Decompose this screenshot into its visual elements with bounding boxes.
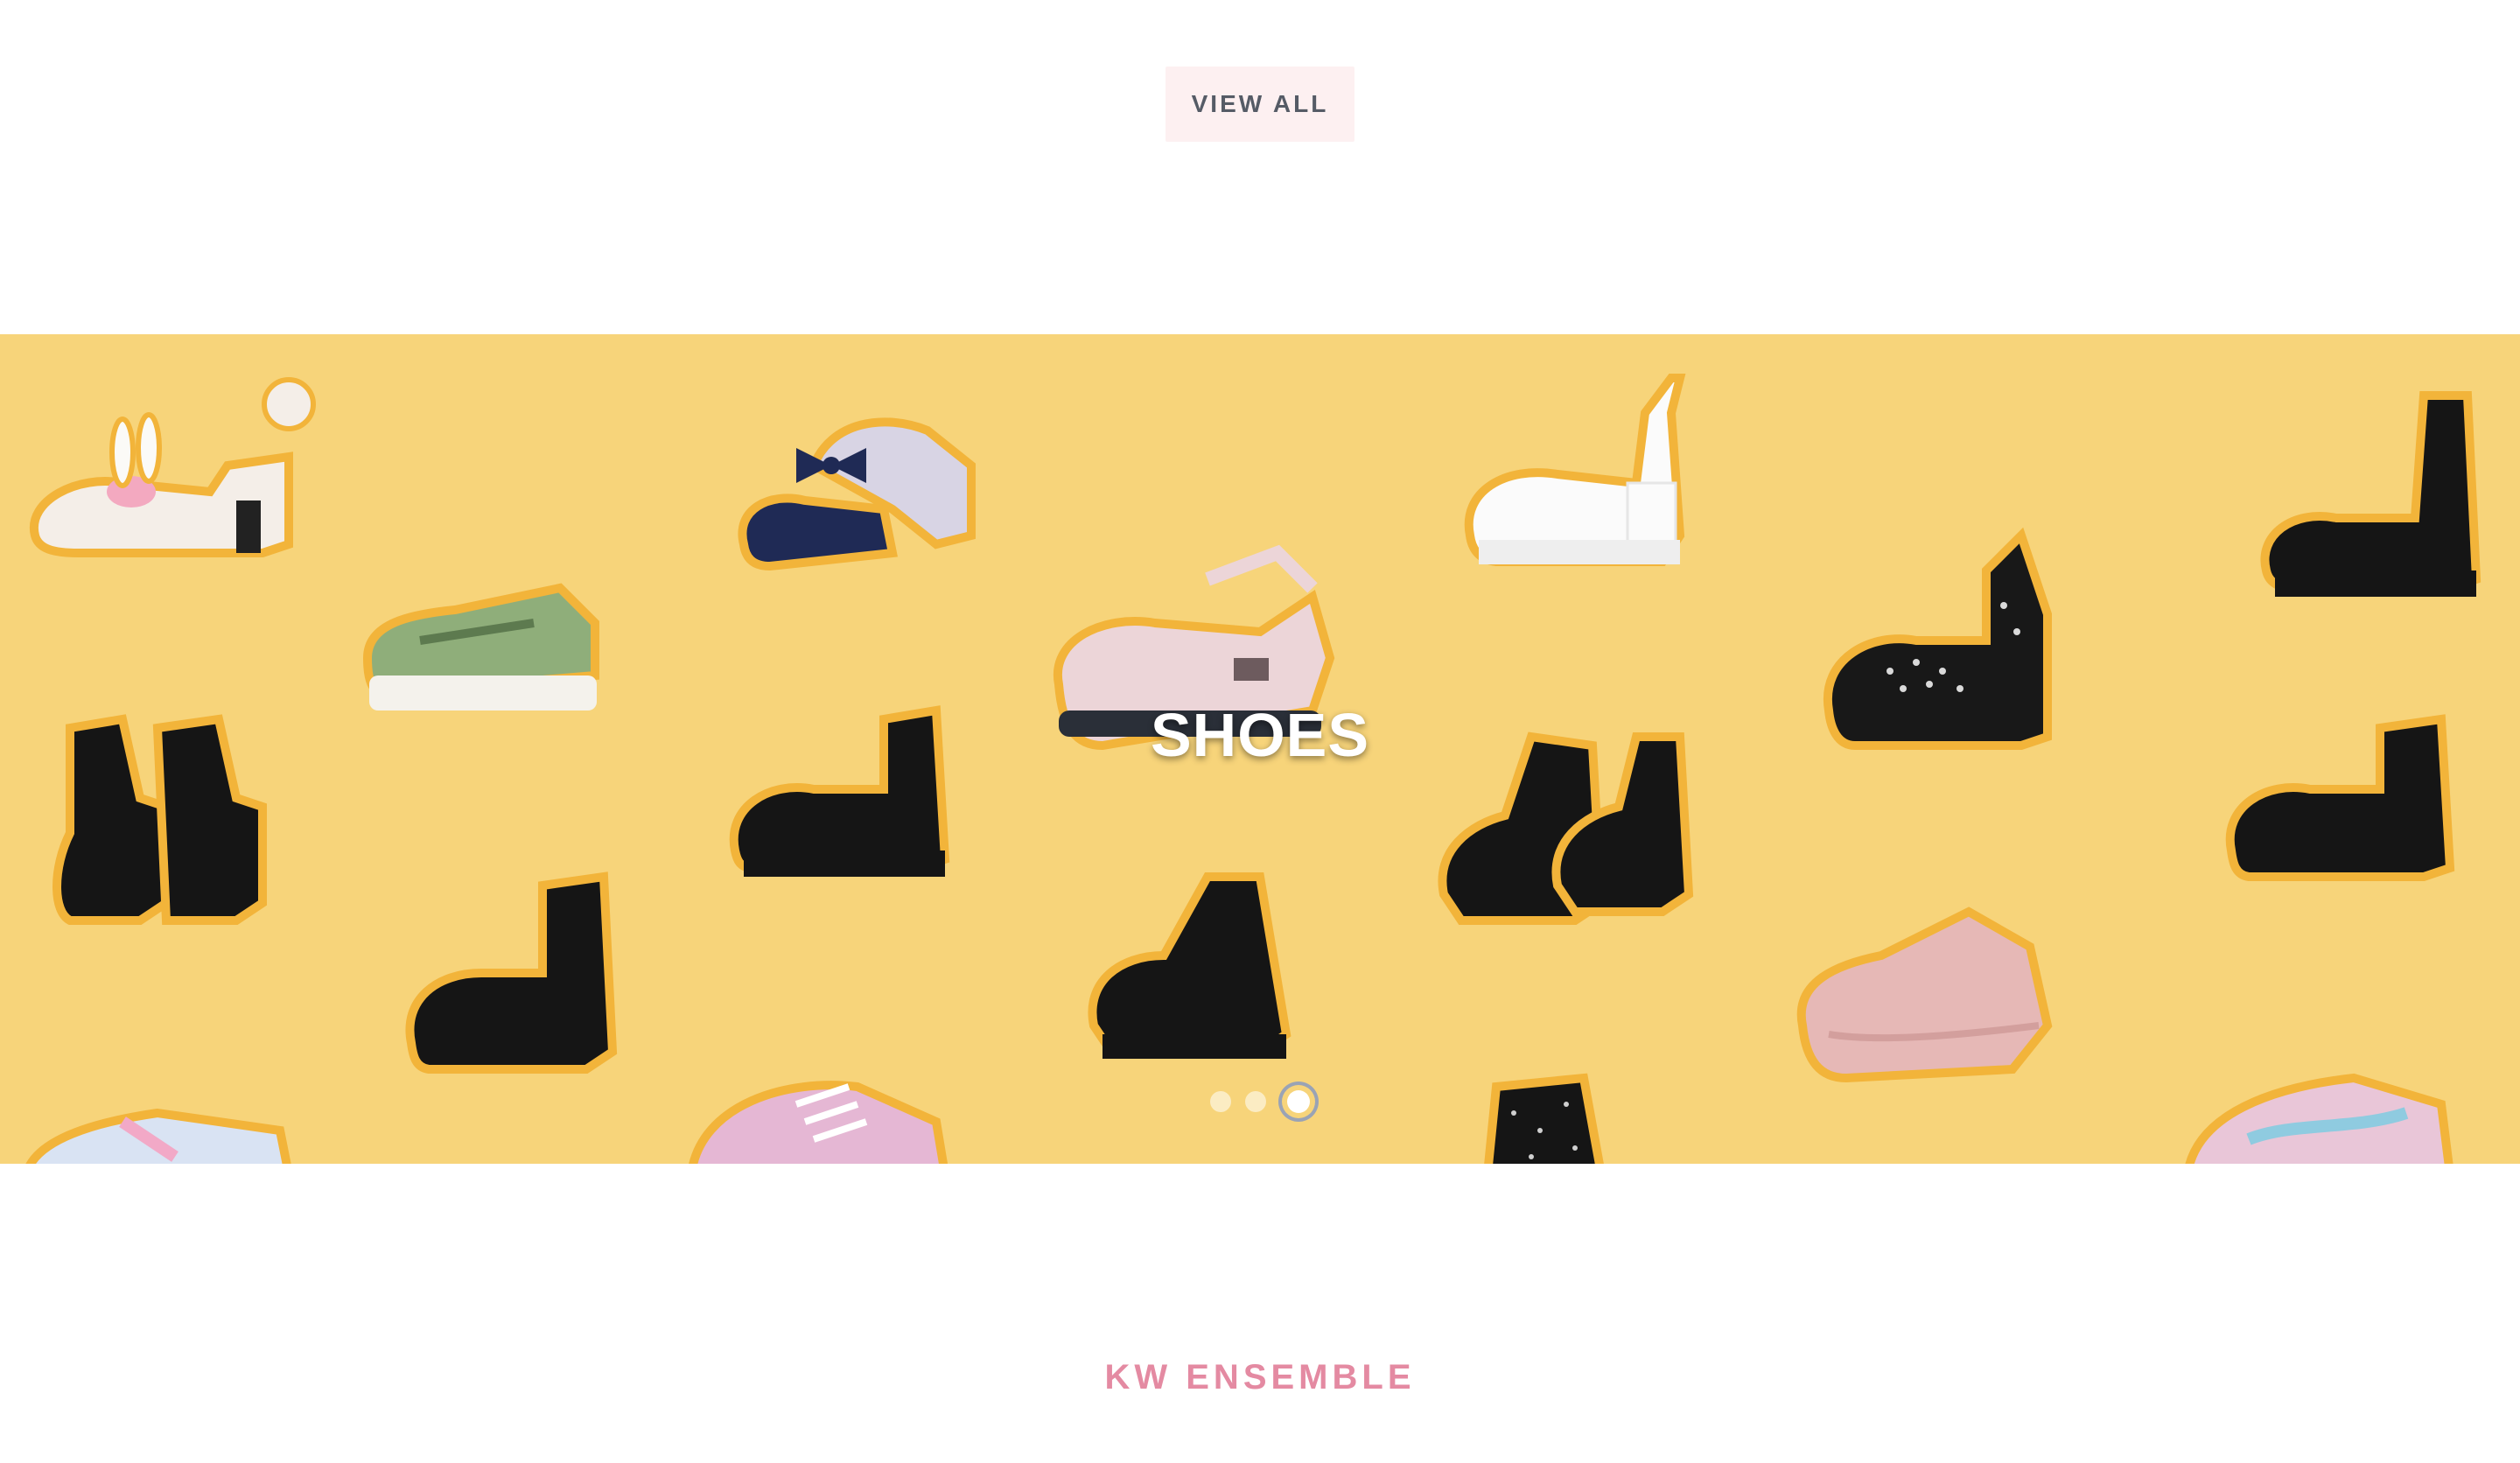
view-all-container: VIEW ALL [0,66,2520,142]
black-strappy-platform-image [2260,391,2482,597]
carousel-dot-2[interactable] [1245,1091,1266,1112]
page: VIEW ALL SHOES KW ENSEMBLE [0,0,2520,1463]
pink-chunky-sneakers-image [1796,906,2053,1083]
black-buckle-platform-image [405,872,618,1074]
camo-sneakers-image [362,583,599,710]
navy-bow-shoes-image [738,417,976,571]
bunny-heels-image [29,377,316,557]
carousel-dots [0,1090,2520,1113]
pastel-sneakers-bottom-left-image [25,1108,291,1164]
section-heading: KW ENSEMBLE [1104,1358,1416,1396]
view-all-button[interactable]: VIEW ALL [1166,66,1354,142]
carousel-dot-1[interactable] [1210,1091,1231,1112]
shoes-banner[interactable]: SHOES [0,334,2520,1164]
white-platform-heel-image [1464,374,1686,566]
carousel-dot-3-active[interactable] [1287,1090,1310,1113]
banner-title: SHOES [1150,701,1370,769]
black-platform-sandals-image [1088,872,1292,1059]
